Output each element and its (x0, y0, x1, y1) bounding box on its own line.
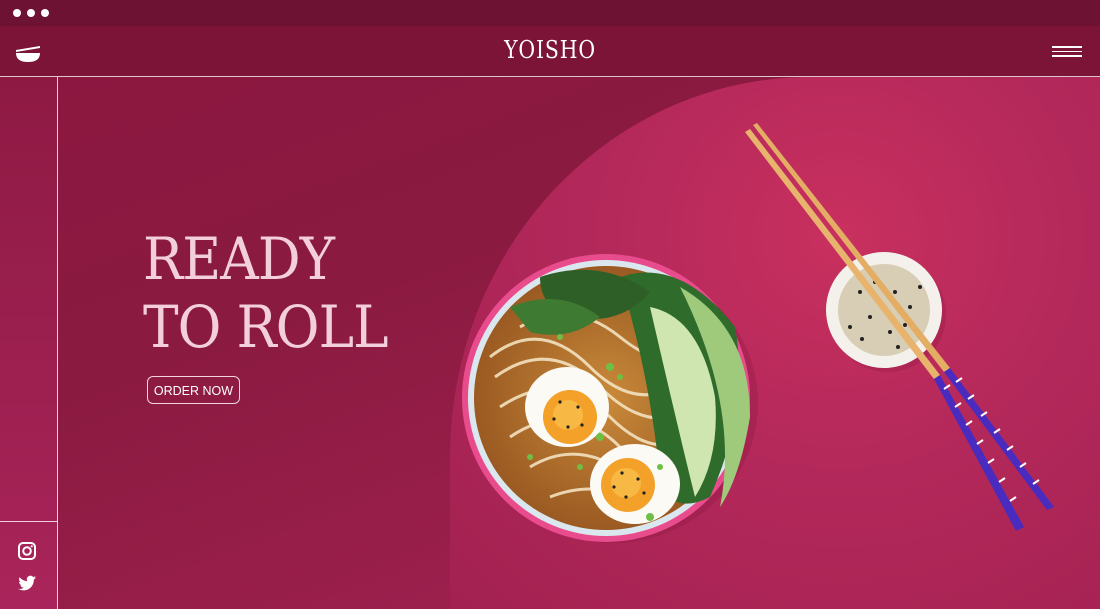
twitter-icon[interactable] (17, 573, 37, 593)
left-sidebar (0, 77, 58, 609)
brand-logo-text[interactable]: YOISHO (83, 36, 1018, 64)
bowl-icon[interactable] (14, 42, 42, 62)
window-dot-maximize[interactable] (41, 9, 49, 17)
site-header: YOISHO (0, 26, 1100, 77)
ramen-illustration (462, 123, 1054, 543)
hero-heading: READY TO ROLL (143, 225, 389, 361)
window-dot-minimize[interactable] (27, 9, 35, 17)
window-dot-close[interactable] (13, 9, 21, 17)
browser-chrome-bar (0, 0, 1100, 26)
hero-heading-line-2: TO ROLL (143, 293, 389, 361)
instagram-icon[interactable] (17, 541, 37, 561)
sidebar-divider (0, 521, 58, 522)
hero-section: READY TO ROLL ORDER NOW (0, 77, 1100, 609)
hero-heading-line-1: READY (143, 225, 335, 293)
order-now-button[interactable]: ORDER NOW (147, 376, 240, 404)
chopsticks (745, 123, 1054, 531)
hamburger-menu-icon[interactable] (1052, 46, 1082, 60)
